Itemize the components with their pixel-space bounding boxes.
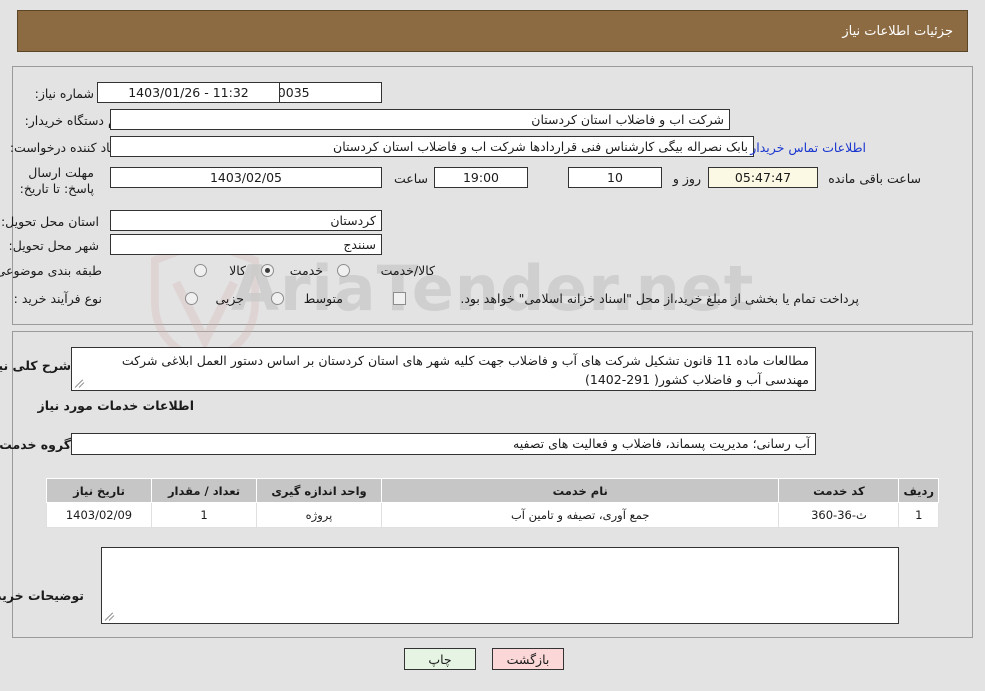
table-row: 1 ث-36-360 جمع آوری، تصیفه و تامین آب پر… xyxy=(47,502,940,528)
service-group-value: آب رسانی؛ مدیریت پسماند، فاضلاب و فعالیت… xyxy=(72,433,817,455)
cell-unit: پروژه xyxy=(257,502,383,528)
radio-category-khedmat-label: خدمت xyxy=(290,263,324,278)
delivery-province-label: استان محل تحویل: xyxy=(1,214,100,229)
need-info-panel xyxy=(13,66,974,325)
radio-process-motavaset[interactable] xyxy=(272,292,285,305)
th-radif: ردیف xyxy=(899,478,940,503)
resize-grip-icon[interactable] xyxy=(75,377,87,389)
request-creator-label: ایجاد کننده درخواست: xyxy=(10,140,126,155)
cell-service-code: ث-36-360 xyxy=(779,502,901,528)
delivery-city-label: شهر محل تحویل: xyxy=(9,238,100,253)
service-group-label: گروه خدمت: xyxy=(0,437,72,452)
purchase-process-label: نوع فرآیند خرید : xyxy=(14,291,103,306)
th-service-code: کد خدمت xyxy=(779,478,901,503)
buyer-notes-textarea[interactable] xyxy=(102,547,900,624)
print-button[interactable]: چاپ xyxy=(405,648,477,670)
need-summary-label: شرح کلی نیاز: xyxy=(0,358,72,373)
th-need-date: تاریخ نیاز xyxy=(47,478,153,503)
subject-category-label: طبقه بندی موضوعی: xyxy=(0,263,103,278)
radio-category-kala-khedmat[interactable] xyxy=(338,264,351,277)
buyer-notes-label: توضیحات خریدار: xyxy=(0,588,85,603)
public-announce-value: 11:32 - 1403/01/26 xyxy=(98,82,281,103)
need-summary-textarea[interactable]: مطالعات ماده 11 قانون تشکیل شرکت های آب … xyxy=(72,347,817,391)
services-table: ردیف کد خدمت نام خدمت واحد اندازه گیری ت… xyxy=(47,478,940,528)
days-remaining-value: 10 xyxy=(569,167,663,188)
radio-process-motavaset-label: متوسط xyxy=(304,291,344,306)
response-deadline-date: 1403/02/05 xyxy=(111,167,383,188)
delivery-province-value: کردستان xyxy=(111,210,383,231)
need-number-label: شماره نیاز: xyxy=(35,86,95,101)
cell-need-date: 1403/02/09 xyxy=(47,502,153,528)
page-title: جزئیات اطلاعات نیاز xyxy=(843,23,954,39)
buyer-org-label: نام دستگاه خریدار: xyxy=(25,113,124,128)
buyer-org-value: شرکت اب و فاضلاب استان کردستان xyxy=(111,109,731,130)
remaining-suffix-label: ساعت باقی مانده xyxy=(829,171,922,186)
table-header-row: ردیف کد خدمت نام خدمت واحد اندازه گیری ت… xyxy=(47,478,940,503)
back-button[interactable]: بازگشت xyxy=(493,648,565,670)
radio-process-jozi-label: جزیی xyxy=(216,291,245,306)
clock-remaining-value: 05:47:47 xyxy=(709,167,819,188)
request-creator-value: بابک نصراله بیگی کارشناس فنی قراردادها ش… xyxy=(111,136,755,157)
cell-quantity: 1 xyxy=(152,502,258,528)
radio-category-khedmat[interactable] xyxy=(262,264,275,277)
radio-process-jozi[interactable] xyxy=(186,292,199,305)
services-table-wrap: ردیف کد خدمت نام خدمت واحد اندازه گیری ت… xyxy=(47,478,940,528)
cell-service-name: جمع آوری، تصیفه و تامین آب xyxy=(381,502,781,528)
radio-category-kala[interactable] xyxy=(195,264,208,277)
delivery-city-value: سنندج xyxy=(111,234,383,255)
resize-grip-icon[interactable] xyxy=(105,610,117,622)
th-service-name: نام خدمت xyxy=(381,478,781,503)
th-unit: واحد اندازه گیری xyxy=(257,478,383,503)
page-root: AriaTender.net جزئیات اطلاعات نیاز شماره… xyxy=(0,0,985,691)
radio-category-kala-khedmat-label: کالا/خدمت xyxy=(381,263,436,278)
treasury-docs-label: پرداخت تمام یا بخشی از مبلغ خرید،از محل … xyxy=(461,291,860,306)
services-section-heading: اطلاعات خدمات مورد نیاز xyxy=(38,398,196,413)
radio-category-kala-label: کالا xyxy=(230,263,247,278)
need-summary-value: مطالعات ماده 11 قانون تشکیل شرکت های آب … xyxy=(122,353,810,387)
deadline-time-value: 19:00 xyxy=(435,167,529,188)
response-deadline-label: مهلت ارسال پاسخ: تا تاریخ: xyxy=(20,165,95,196)
buyer-contact-link[interactable]: اطلاعات تماس خریدار xyxy=(751,140,867,155)
cell-radif: 1 xyxy=(899,502,940,528)
deadline-time-label: ساعت xyxy=(394,171,429,186)
treasury-docs-checkbox[interactable] xyxy=(394,292,407,305)
th-quantity: تعداد / مقدار xyxy=(152,478,258,503)
page-header: جزئیات اطلاعات نیاز xyxy=(18,10,969,52)
days-remaining-label: روز و xyxy=(673,171,702,186)
